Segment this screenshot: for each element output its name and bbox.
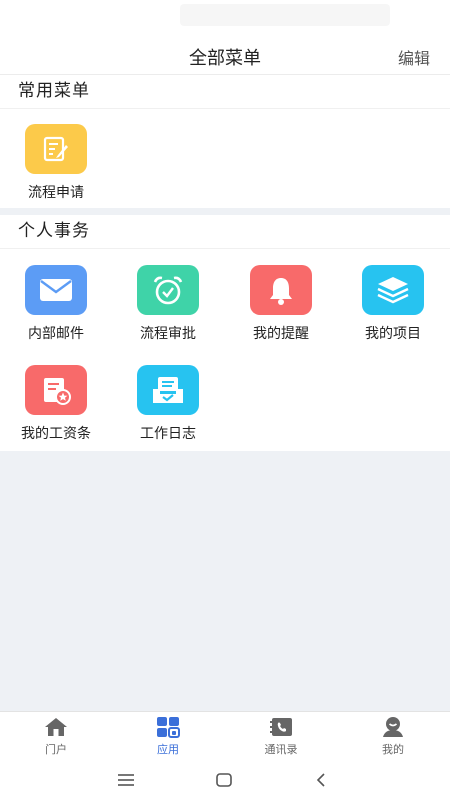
tab-label: 我的: [382, 743, 404, 756]
menu-item-internal-mail[interactable]: 内部邮件: [0, 265, 112, 343]
menu-item-process-approval[interactable]: 流程审批: [112, 265, 224, 343]
status-bar: [0, 0, 450, 38]
menu-icon[interactable]: [111, 769, 141, 791]
status-bar-blurred-area: [180, 4, 390, 26]
contacts-phone-icon: [268, 716, 294, 738]
payslip-icon: [25, 365, 87, 415]
common-menu-section: 常用菜单 流程申请: [0, 75, 450, 208]
menu-item-my-projects[interactable]: 我的项目: [337, 265, 449, 343]
menu-item-work-log[interactable]: 工作日志: [112, 365, 224, 443]
home-square-icon[interactable]: [209, 769, 239, 791]
menu-item-label: 流程申请: [28, 185, 84, 201]
tab-mine[interactable]: 我的: [337, 712, 449, 762]
menu-item-label: 我的工资条: [21, 426, 91, 442]
bottom-tab-bar: 门户 应用 通讯录 我的: [0, 711, 450, 762]
menu-item-label: 我的项目: [365, 326, 421, 342]
home-icon: [43, 716, 69, 738]
apps-grid-icon: [155, 716, 181, 738]
menu-item-my-payslip[interactable]: 我的工资条: [0, 365, 112, 443]
tab-label: 通讯录: [264, 743, 298, 756]
bell-icon: [250, 265, 312, 315]
tab-portal[interactable]: 门户: [0, 712, 112, 762]
menu-item-my-reminders[interactable]: 我的提醒: [225, 265, 337, 343]
menu-item-label: 工作日志: [140, 426, 196, 442]
back-arrow-icon[interactable]: [306, 769, 336, 791]
page-title: 全部菜单: [189, 48, 261, 69]
section-title-common: 常用菜单: [0, 75, 450, 109]
personal-affairs-section: 个人事务 内部邮件 流程审批 我的提醒 我的项目 我的工资条 工作日志: [0, 215, 450, 451]
system-navigation-bar: [0, 761, 450, 800]
layers-icon: [362, 265, 424, 315]
user-profile-icon: [380, 716, 406, 738]
tab-contacts[interactable]: 通讯录: [225, 712, 337, 762]
section-title-personal: 个人事务: [0, 215, 450, 249]
tab-label: 门户: [45, 743, 67, 756]
menu-item-process-apply[interactable]: 流程申请: [0, 124, 112, 202]
menu-item-label: 流程审批: [140, 326, 196, 342]
menu-item-label: 我的提醒: [253, 326, 309, 342]
form-edit-icon: [25, 124, 87, 174]
mail-icon: [25, 265, 87, 315]
tab-apps[interactable]: 应用: [112, 712, 224, 762]
page-header: 全部菜单 编辑: [0, 38, 450, 75]
work-log-icon: [137, 365, 199, 415]
edit-button[interactable]: 编辑: [398, 45, 430, 69]
alarm-clock-icon: [137, 265, 199, 315]
menu-item-label: 内部邮件: [28, 326, 84, 342]
tab-label: 应用: [157, 743, 179, 756]
